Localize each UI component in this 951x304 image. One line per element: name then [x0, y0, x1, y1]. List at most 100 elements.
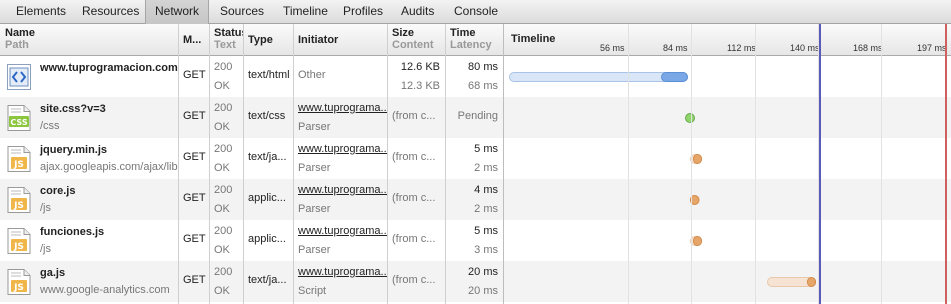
time-pending: Pending	[457, 110, 498, 122]
column-header-timeline[interactable]: Timeline 56 ms 84 ms 112 ms 140 ms 168 ms 197…	[503, 24, 951, 56]
tab-elements[interactable]: Elements	[16, 0, 66, 24]
initiator-link[interactable]: www.tuprograma...	[298, 102, 387, 114]
initiator-cell: Other	[293, 56, 387, 97]
svg-text:JS: JS	[13, 160, 24, 170]
table-row[interactable]: www.tuprogramacion.com GET 200 OK text/h…	[0, 56, 951, 97]
size-cell: (from c...	[387, 179, 445, 220]
timeline-bar-receiving[interactable]	[661, 72, 689, 82]
type-cell: text/ja...	[243, 138, 293, 179]
column-header-name[interactable]: Name Path	[0, 24, 178, 56]
divider[interactable]	[387, 24, 388, 304]
timeline-tick-label: 84 ms	[663, 43, 688, 53]
request-method: GET	[183, 151, 206, 163]
tab-timeline[interactable]: Timeline	[283, 0, 328, 24]
request-path: ajax.googleapis.com/ajax/libs	[40, 161, 178, 173]
initiator-cell: www.tuprograma... Parser	[293, 179, 387, 220]
status-cell: 200 OK	[209, 138, 243, 179]
table-row[interactable]: JS funciones.js /js GET 200 OK applic...…	[0, 220, 951, 261]
initiator-type: Parser	[298, 121, 331, 133]
size-from-cache: (from c...	[392, 110, 436, 122]
timeline-gridline	[755, 24, 756, 304]
status-cell: 200 OK	[209, 97, 243, 138]
request-method: GET	[183, 233, 206, 245]
column-timeline-label: Timeline	[511, 33, 556, 45]
initiator-link[interactable]: www.tuprograma...	[298, 225, 387, 237]
timeline-tick-label: 197 ms	[917, 43, 947, 53]
tab-console[interactable]: Console	[454, 0, 498, 24]
table-row[interactable]: JS ga.js www.google-analytics.com GET 20…	[0, 261, 951, 302]
column-time-label: Time	[450, 27, 476, 39]
status-text: OK	[214, 80, 230, 92]
initiator-type: Script	[298, 285, 327, 297]
column-header-method[interactable]: M...	[178, 24, 209, 56]
name-cell[interactable]: JS core.js /js	[0, 179, 178, 220]
request-path: www.google-analytics.com	[40, 284, 170, 296]
type-cell: applic...	[243, 220, 293, 261]
tab-profiles[interactable]: Profiles	[343, 0, 383, 24]
total-time: 80 ms	[468, 61, 498, 73]
status-cell: 200 OK	[209, 179, 243, 220]
timeline-bar-receiving[interactable]	[692, 154, 702, 164]
timeline-gridline	[881, 24, 882, 304]
timeline-bar-receiving[interactable]	[692, 236, 702, 246]
divider[interactable]	[293, 24, 294, 304]
svg-text:CSS: CSS	[10, 118, 27, 127]
mime-type: text/ja...	[248, 274, 287, 286]
size-cell: (from c...	[387, 138, 445, 179]
latency-time: 20 ms	[468, 285, 498, 297]
divider[interactable]	[445, 24, 446, 304]
tab-network[interactable]: Network	[145, 0, 210, 24]
latency-time: 2 ms	[474, 203, 498, 215]
js-file-icon: JS	[6, 145, 32, 173]
column-header-size[interactable]: Size Content	[387, 24, 445, 56]
request-path: /js	[40, 243, 51, 255]
column-content-label: Content	[392, 39, 434, 51]
name-cell[interactable]: JS jquery.min.js ajax.googleapis.com/aja…	[0, 138, 178, 179]
column-header-initiator[interactable]: Initiator	[293, 24, 387, 56]
name-cell[interactable]: www.tuprogramacion.com	[0, 56, 178, 97]
timeline-gridline	[691, 24, 692, 304]
column-header-type[interactable]: Type	[243, 24, 293, 56]
time-cell: 5 ms 3 ms	[445, 220, 503, 261]
document-icon	[6, 63, 32, 91]
table-row[interactable]: CSS site.css?v=3 /css GET 200 OK text/cs…	[0, 97, 951, 138]
mime-type: applic...	[248, 233, 286, 245]
table-row[interactable]: JS core.js /js GET 200 OK applic... www.…	[0, 179, 951, 220]
type-cell: text/html	[243, 56, 293, 97]
table-row[interactable]: JS jquery.min.js ajax.googleapis.com/aja…	[0, 138, 951, 179]
method-cell: GET	[178, 261, 209, 302]
tab-audits[interactable]: Audits	[401, 0, 434, 24]
name-cell[interactable]: JS ga.js www.google-analytics.com	[0, 261, 178, 302]
initiator-cell: www.tuprograma... Script	[293, 261, 387, 302]
initiator-type: Parser	[298, 162, 331, 174]
initiator-link[interactable]: www.tuprograma...	[298, 184, 387, 196]
timeline-bar-receiving[interactable]	[806, 277, 816, 287]
name-cell[interactable]: JS funciones.js /js	[0, 220, 178, 261]
status-code: 200	[214, 225, 233, 237]
mime-type: text/html	[248, 69, 290, 81]
status-code: 200	[214, 266, 233, 278]
column-header-status[interactable]: Status Text	[209, 24, 243, 56]
request-method: GET	[183, 274, 206, 286]
column-path-label: Path	[5, 39, 29, 51]
size-from-cache: (from c...	[392, 274, 436, 286]
initiator-cell: www.tuprograma... Parser	[293, 138, 387, 179]
status-cell: 200 OK	[209, 261, 243, 302]
name-cell[interactable]: CSS site.css?v=3 /css	[0, 97, 178, 138]
divider[interactable]	[178, 24, 179, 304]
tab-resources[interactable]: Resources	[82, 0, 139, 24]
request-name: site.css?v=3	[40, 103, 106, 115]
js-file-icon: JS	[6, 227, 32, 255]
divider[interactable]	[243, 24, 244, 304]
initiator-link[interactable]: www.tuprograma...	[298, 143, 387, 155]
timeline-tick-label: 112 ms	[727, 43, 756, 53]
initiator-type: Parser	[298, 244, 331, 256]
time-cell: 5 ms 2 ms	[445, 138, 503, 179]
column-header-time[interactable]: Time Latency	[445, 24, 503, 56]
initiator-link[interactable]: www.tuprograma...	[298, 266, 387, 278]
latency-time: 3 ms	[474, 244, 498, 256]
column-initiator-label: Initiator	[298, 34, 339, 46]
divider[interactable]	[209, 24, 210, 304]
tab-sources[interactable]: Sources	[220, 0, 264, 24]
divider[interactable]	[503, 24, 504, 304]
